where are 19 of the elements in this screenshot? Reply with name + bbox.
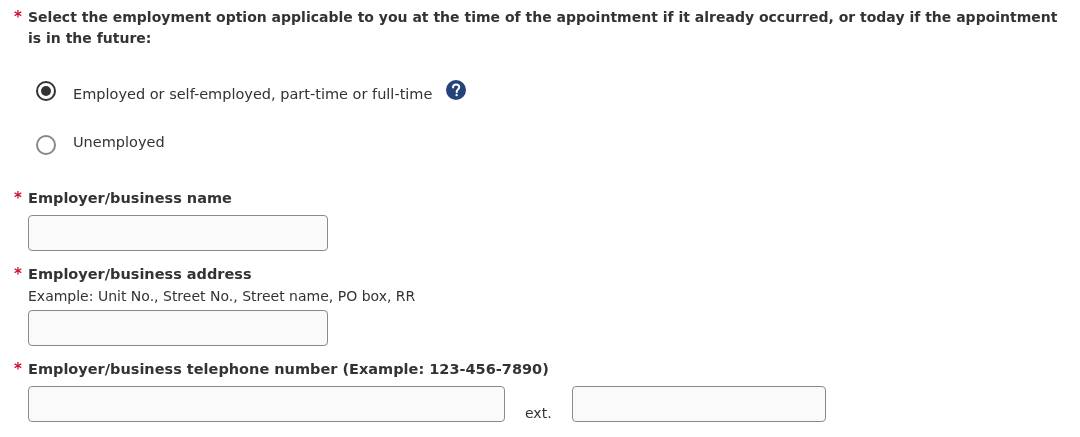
radio-button[interactable] <box>36 135 56 155</box>
required-asterisk: * <box>14 188 23 209</box>
option-label[interactable]: Unemployed <box>73 134 165 150</box>
radio-button[interactable] <box>36 81 56 101</box>
field-hint: Example: Unit No., Street No., Street name, PO box, RR <box>27 288 417 304</box>
text-field[interactable] <box>28 310 328 346</box>
option-label[interactable]: Employed or self-employed, part-time or full-time <box>73 86 433 102</box>
text-field[interactable] <box>28 386 505 422</box>
required-asterisk: * <box>14 264 23 285</box>
field-label: Employer/business address <box>28 265 252 284</box>
help-icon[interactable] <box>446 80 467 100</box>
field-label: Employer/business telephone number (Example: 123-456-7890) <box>28 360 549 379</box>
required-asterisk: * <box>14 7 23 28</box>
question-text: Select the employment option applicable to you at the time of the appointment if it already occurred, or today if the appointment is in the future: <box>28 8 1059 48</box>
extension-field[interactable] <box>571 386 826 422</box>
field-label: Employer/business name <box>28 189 232 208</box>
required-asterisk: * <box>14 359 23 380</box>
text-field[interactable] <box>28 215 328 251</box>
extension-label: ext. <box>525 404 552 422</box>
